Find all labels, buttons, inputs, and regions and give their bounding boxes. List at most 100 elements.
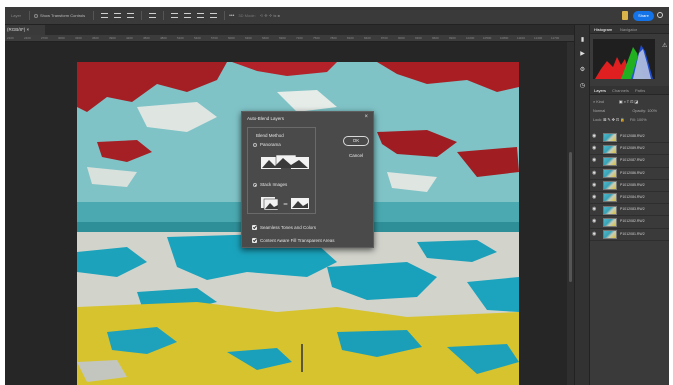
ok-button[interactable]: OK: [343, 136, 369, 146]
ruler-tick: 2700: [41, 36, 48, 40]
kind-label: Kind: [596, 100, 604, 104]
layer-name[interactable]: P1012087.RW2: [620, 158, 645, 162]
layer-thumbnail: [603, 156, 617, 166]
eye-icon[interactable]: ◉: [592, 207, 598, 212]
tab-layers[interactable]: Layers: [594, 86, 606, 95]
vertical-scrollbar[interactable]: [567, 42, 574, 385]
ruler-tick: 11100: [517, 36, 525, 40]
layer-row[interactable]: ◉ P1012085.RW2: [590, 179, 669, 192]
search-icon: ⌕: [593, 100, 596, 104]
layer-row[interactable]: ◉ P1012081.RW2: [590, 228, 669, 241]
distribute-icon[interactable]: [149, 13, 157, 18]
layer-name[interactable]: P1012082.RW2: [620, 219, 645, 223]
layer-row[interactable]: ◉ P1012087.RW2: [590, 155, 669, 168]
lock-icons[interactable]: ⊠ ✎ ✥ ⊡ 🔒: [603, 118, 625, 122]
panorama-radio[interactable]: [253, 143, 257, 147]
layer-name[interactable]: P1012083.RW2: [620, 207, 645, 211]
stack-images-illustration-icon: =: [261, 197, 309, 211]
cancel-button[interactable]: Cancel: [343, 151, 369, 161]
learn-icon[interactable]: [622, 11, 628, 20]
layer-name[interactable]: P1012081.RW2: [620, 232, 645, 236]
more-options-button[interactable]: •••: [229, 13, 234, 19]
align-middle-icon[interactable]: [184, 13, 192, 18]
warning-icon[interactable]: ⚠: [662, 42, 667, 49]
distribute-vertical-icon[interactable]: [210, 13, 218, 18]
search-icon[interactable]: [657, 12, 663, 18]
stack-images-label[interactable]: Stack Images: [260, 182, 287, 187]
ruler-tick: 6600: [262, 36, 269, 40]
eye-icon[interactable]: ◉: [592, 182, 598, 188]
3d-tools-icons: ⟲ ✥ ✣ ⇆ ■: [259, 13, 281, 18]
right-panels: Histogram Navigator ⚠ Layers Channels Pa…: [589, 25, 669, 385]
histogram-chart: [593, 39, 655, 79]
panorama-label[interactable]: Panorama: [260, 142, 281, 147]
eye-icon[interactable]: ◉: [592, 219, 598, 224]
layer-row[interactable]: ◉ P1012089.RW2: [590, 143, 669, 156]
align-bottom-icon[interactable]: [197, 13, 205, 18]
history-icon[interactable]: ◷: [579, 83, 586, 89]
layer-name[interactable]: P1012086.RW2: [620, 171, 645, 175]
filter-kind[interactable]: ⌕ Kind ▣ ◑ T ⊡ ◪: [593, 99, 638, 106]
content-aware-fill-checkbox[interactable]: [252, 238, 257, 243]
tab-channels[interactable]: Channels: [612, 86, 629, 95]
fill-value[interactable]: 100%: [637, 118, 647, 122]
tab-navigator[interactable]: Navigator: [620, 25, 637, 34]
lock-row: Lock: ⊠ ✎ ✥ ⊡ 🔒 Fill: 100%: [593, 117, 647, 124]
eye-icon[interactable]: ◉: [592, 194, 598, 200]
layers-list: ◉ P1012088.RW2 ◉ P1012089.RW2 ◉ P1012087.RW…: [590, 131, 669, 241]
horizontal-ruler: 2100 2400 2700 3000 3300 3600 3900 4200 4500 4800…: [5, 35, 574, 42]
align-center-icon[interactable]: [114, 13, 122, 18]
stack-images-radio[interactable]: [253, 183, 257, 187]
eye-icon[interactable]: ◉: [592, 146, 598, 151]
layer-row[interactable]: ◉ P1012084.RW2: [590, 191, 669, 205]
blend-mode-row[interactable]: Normal Opacity: 100%: [593, 108, 657, 115]
layer-row[interactable]: ◉ P1012086.RW2: [590, 167, 669, 180]
separator: [93, 11, 95, 20]
layer-name[interactable]: P1012084.RW2: [620, 195, 645, 199]
eye-icon[interactable]: ◉: [592, 231, 598, 237]
share-button[interactable]: Share: [633, 11, 654, 21]
ruler-tick: 6900: [279, 36, 286, 40]
histogram-panel-icon[interactable]: ▮: [579, 37, 586, 43]
close-icon[interactable]: ×: [364, 114, 368, 120]
blend-mode[interactable]: Normal: [593, 109, 605, 113]
layer-thumbnail: [603, 217, 617, 227]
show-transform-controls[interactable]: Show Transform Controls: [34, 13, 85, 18]
ruler-tick: 4200: [126, 36, 133, 40]
filter-icons[interactable]: ▣ ◑ T ⊡ ◪: [619, 100, 638, 104]
layer-row[interactable]: ◉ P1012088.RW2: [590, 131, 669, 144]
ruler-tick: 3900: [109, 36, 116, 40]
canvas-area[interactable]: Auto-Blend Layers × Blend Method Panoram…: [5, 42, 567, 385]
layer-thumbnail: [603, 193, 617, 203]
ruler-tick: 7500: [313, 36, 320, 40]
properties-icon[interactable]: ⚙: [579, 67, 586, 73]
play-icon[interactable]: ▶: [579, 51, 586, 57]
align-right-icon[interactable]: [127, 13, 135, 18]
svg-text:=: =: [283, 201, 288, 208]
layer-name[interactable]: P1012085.RW2: [620, 183, 645, 187]
align-left-icon[interactable]: [101, 13, 109, 18]
ruler-tick: 4800: [160, 36, 167, 40]
align-top-icon[interactable]: [171, 13, 179, 18]
layer-name[interactable]: P1012088.RW2: [620, 134, 645, 138]
layers-tabs: Layers Channels Paths: [590, 86, 669, 95]
document-tab[interactable]: (RGB/8*) ×: [5, 25, 45, 35]
separator: [29, 11, 31, 20]
eye-icon[interactable]: ◉: [592, 158, 598, 163]
histogram-tabs: Histogram Navigator: [590, 25, 669, 34]
ruler-tick: 7200: [296, 36, 303, 40]
eye-icon[interactable]: ◉: [592, 134, 598, 139]
layer-name[interactable]: P1012089.RW2: [620, 146, 645, 150]
layer-row[interactable]: ◉ P1012083.RW2: [590, 204, 669, 217]
ruler-tick: 11700: [551, 36, 560, 40]
tab-histogram[interactable]: Histogram: [594, 25, 612, 34]
ruler-tick: 9300: [415, 36, 422, 40]
eye-icon[interactable]: ◉: [592, 170, 598, 176]
tab-paths[interactable]: Paths: [635, 86, 645, 95]
auto-select-dropdown[interactable]: Layer: [11, 13, 21, 18]
layer-controls: ⌕ Kind ▣ ◑ T ⊡ ◪ Normal Opacity: 100% Lo…: [590, 97, 669, 129]
layer-row[interactable]: ◉ P1012082.RW2: [590, 216, 669, 229]
scroll-thumb[interactable]: [569, 152, 572, 282]
seamless-tones-checkbox[interactable]: [252, 225, 257, 230]
opacity-value[interactable]: 100%: [647, 109, 657, 113]
